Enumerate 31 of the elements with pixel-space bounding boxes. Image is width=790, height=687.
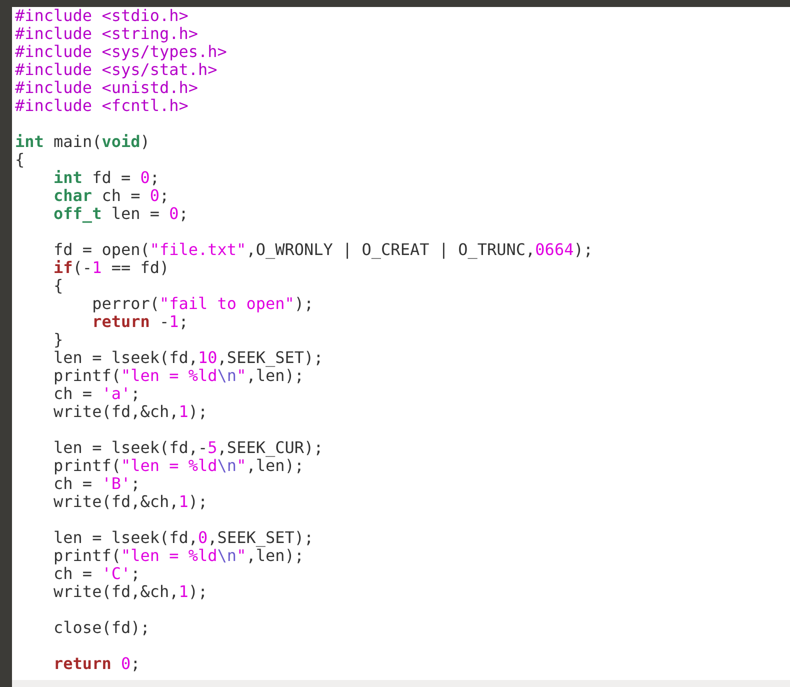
code-line: #include <fcntl.h> [15,97,188,115]
code-line: char ch = 0; [52,187,170,205]
code-line: #include <unistd.h> [15,79,198,97]
code-line: return 0; [52,655,140,673]
code-line: { [15,151,25,169]
code-line: #include <string.h> [15,25,198,43]
code-line: int fd = 0; [52,169,160,187]
code-line: } [52,331,64,349]
code-line: printf("len = %ld\n",len); [52,457,304,475]
code-line: close(fd); [52,619,150,637]
code-line: off_t len = 0; [52,205,188,223]
code-line: write(fd,&ch,1); [52,403,208,421]
code-line: if(-1 == fd) [52,259,170,277]
code-line: return -1; [91,313,188,331]
code-line: fd = open("file.txt",O_WRONLY | O_CREAT | O_TRUNC,0664); [52,241,593,259]
code-line: printf("len = %ld\n",len); [52,367,304,385]
code-line: len = lseek(fd,10,SEEK_SET); [52,349,324,367]
code-line: ch = 'C'; [52,565,140,583]
code-line: len = lseek(fd,0,SEEK_SET); [52,529,314,547]
code-line: write(fd,&ch,1); [52,493,208,511]
code-line: ch = 'B'; [52,475,140,493]
code-line: #include <sys/types.h> [15,43,227,61]
code-line: ch = 'a'; [52,385,140,403]
code-line: len = lseek(fd,-5,SEEK_CUR); [52,439,324,457]
code-line: #include <stdio.h> [15,7,188,25]
code-line: { [52,277,64,295]
code-line: int main(void) [15,133,150,151]
code-line: #include <sys/stat.h> [15,61,218,79]
code-line: write(fd,&ch,1); [52,583,208,601]
code-line: perror("fail to open"); [91,295,314,313]
code-line: printf("len = %ld\n",len); [52,547,304,565]
